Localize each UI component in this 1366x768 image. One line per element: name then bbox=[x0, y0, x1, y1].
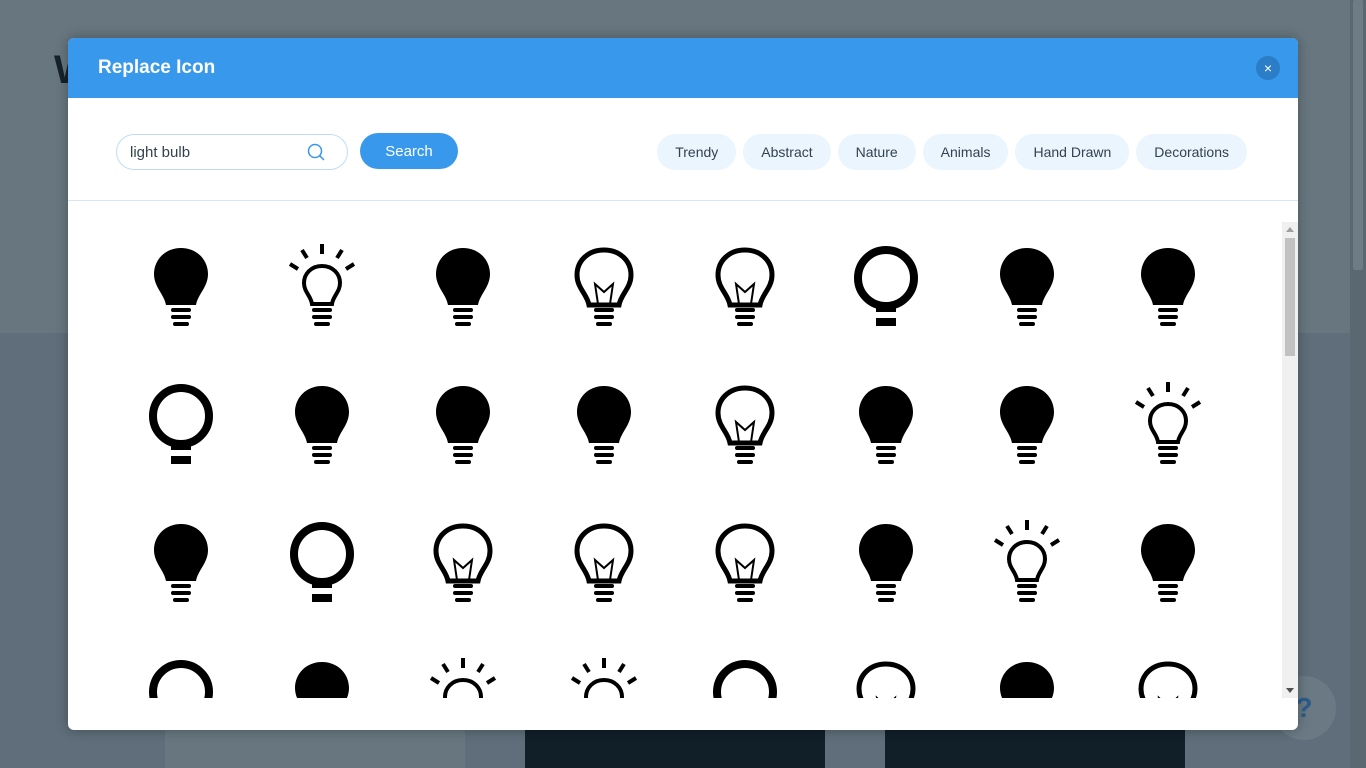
bulb-rays-filament-icon bbox=[288, 244, 356, 326]
background-card bbox=[885, 730, 1185, 768]
bulb-outline-icon bbox=[856, 661, 916, 698]
icon-tile[interactable] bbox=[695, 514, 795, 614]
search-input-value: light bulb bbox=[130, 143, 191, 161]
icon-tile[interactable] bbox=[1118, 652, 1218, 698]
icon-tile[interactable] bbox=[554, 652, 654, 698]
icon-tile[interactable] bbox=[836, 514, 936, 614]
bulb-outline-filament-icon bbox=[574, 523, 634, 602]
bulb-filament-filled-icon bbox=[1000, 386, 1054, 464]
icon-tile[interactable] bbox=[554, 376, 654, 476]
scrollbar-thumb[interactable] bbox=[1285, 238, 1295, 356]
icon-tile[interactable] bbox=[977, 376, 1077, 476]
search-button[interactable]: Search bbox=[360, 133, 458, 169]
bulb-filled-icon bbox=[1000, 662, 1054, 698]
dialog-title: Replace Icon bbox=[98, 57, 216, 78]
bulb-outline-small-icon bbox=[1138, 661, 1198, 698]
page-scrollbar-thumb[interactable] bbox=[1353, 0, 1363, 270]
page-scrollbar[interactable] bbox=[1350, 0, 1366, 768]
bulb-shine-icon bbox=[1141, 248, 1195, 326]
bulb-filled-tall-icon bbox=[295, 386, 349, 464]
icon-tile[interactable] bbox=[413, 514, 513, 614]
category-chip[interactable]: Animals bbox=[922, 134, 1009, 170]
icon-tile[interactable] bbox=[272, 376, 372, 476]
bulb-ring-small-icon bbox=[290, 522, 354, 602]
icon-tile[interactable] bbox=[977, 238, 1077, 338]
bulb-filled-icon bbox=[295, 662, 349, 698]
bulb-filament-filled-icon bbox=[154, 524, 208, 602]
dialog-header: Replace Icon bbox=[68, 38, 1298, 98]
close-button[interactable]: × bbox=[1256, 56, 1280, 80]
bulb-outline-tilted-icon bbox=[715, 247, 775, 326]
bulb-small-filled-icon bbox=[436, 248, 490, 326]
icon-tile[interactable] bbox=[131, 514, 231, 614]
category-chip[interactable]: Hand Drawn bbox=[1015, 134, 1130, 170]
bulb-rays-outline-icon bbox=[993, 520, 1061, 602]
bulb-filled-icon bbox=[1141, 524, 1195, 602]
bulb-outline-filament-icon bbox=[574, 247, 634, 326]
icon-tile[interactable] bbox=[554, 514, 654, 614]
category-chip[interactable]: Decorations bbox=[1136, 134, 1247, 170]
icon-tile[interactable] bbox=[1118, 376, 1218, 476]
bulb-rays-small-icon bbox=[1134, 382, 1202, 464]
category-chip[interactable]: Abstract bbox=[743, 134, 831, 170]
icon-tile[interactable] bbox=[554, 238, 654, 338]
bulb-ring-icon bbox=[149, 660, 213, 698]
icon-tile[interactable] bbox=[695, 376, 795, 476]
bulb-outline-filament-icon bbox=[715, 385, 775, 464]
bulb-face-icon bbox=[854, 246, 918, 326]
bulb-filled-icon bbox=[859, 524, 913, 602]
sun-rays-icon bbox=[570, 658, 638, 698]
bulb-ring-icon bbox=[149, 384, 213, 464]
icon-tile[interactable] bbox=[977, 514, 1077, 614]
icon-tile[interactable] bbox=[131, 238, 231, 338]
category-chip[interactable]: Trendy bbox=[657, 134, 737, 170]
category-chip[interactable]: Nature bbox=[837, 134, 916, 170]
bulb-filled-icon bbox=[154, 248, 208, 326]
bulb-spiral-icon bbox=[436, 386, 490, 464]
icon-tile[interactable] bbox=[695, 238, 795, 338]
search-input[interactable]: light bulb bbox=[116, 134, 348, 170]
icon-tile[interactable] bbox=[1118, 238, 1218, 338]
icon-tile[interactable] bbox=[1118, 514, 1218, 614]
icon-tile[interactable] bbox=[977, 652, 1077, 698]
bulb-ring-icon bbox=[713, 660, 777, 698]
icon-tile[interactable] bbox=[836, 652, 936, 698]
bulb-outline-round-icon bbox=[433, 523, 493, 602]
icon-grid bbox=[68, 222, 1282, 698]
icon-tile[interactable] bbox=[836, 238, 936, 338]
icon-tile[interactable] bbox=[413, 376, 513, 476]
bulb-outline-coil-icon bbox=[715, 523, 775, 602]
bulb-filled-bands-icon bbox=[577, 386, 631, 464]
bulb-filled-icon bbox=[1000, 248, 1054, 326]
replace-icon-dialog: Replace Icon × light bulb Search Trendy A… bbox=[68, 38, 1298, 730]
category-chips: Trendy Abstract Nature Animals Hand Drawn Dec… bbox=[657, 134, 1247, 170]
icon-tile[interactable] bbox=[272, 238, 372, 338]
icon-tile[interactable] bbox=[413, 652, 513, 698]
bulb-small-filled-icon bbox=[859, 386, 913, 464]
icon-tile[interactable] bbox=[131, 376, 231, 476]
icon-tile[interactable] bbox=[413, 238, 513, 338]
icon-tile[interactable] bbox=[131, 652, 231, 698]
icon-tile[interactable] bbox=[695, 652, 795, 698]
scroll-up-arrow[interactable] bbox=[1286, 227, 1294, 232]
icon-grid-scrollbar[interactable] bbox=[1282, 222, 1298, 698]
icon-tile[interactable] bbox=[272, 514, 372, 614]
icon-tile[interactable] bbox=[836, 376, 936, 476]
search-icon[interactable] bbox=[307, 143, 327, 163]
background-card bbox=[165, 730, 465, 768]
search-toolbar: light bulb Search Trendy Abstract Nature An… bbox=[68, 98, 1298, 201]
sun-rays-icon bbox=[429, 658, 497, 698]
background-card bbox=[525, 730, 825, 768]
icon-tile[interactable] bbox=[272, 652, 372, 698]
scroll-down-arrow[interactable] bbox=[1286, 688, 1294, 693]
